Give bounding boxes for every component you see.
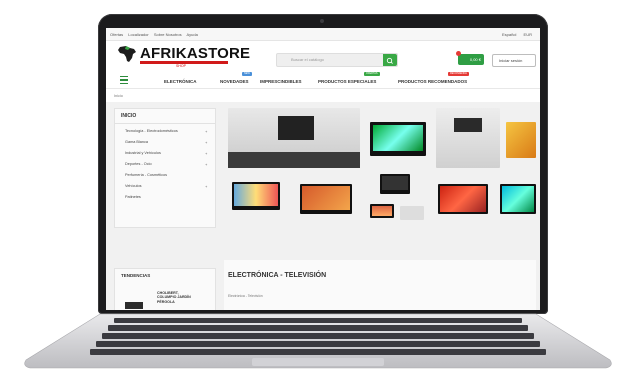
trends-panel: TENDENCIAS CHOLIBERT, COLUMPIO JARDÍN PÉ… (114, 268, 216, 310)
breadcrumb[interactable]: Inicio (114, 94, 123, 98)
nav-item-productos-recomendados[interactable]: PRODUCTOS RECOMENDADOS (398, 79, 467, 84)
trend-product-name[interactable]: CHOLIBERT, COLUMPIO JARDÍN PÉRGOLA (157, 291, 191, 304)
topbar-link-sobre-nosotros[interactable]: Sobre Nosotros (154, 32, 182, 37)
tv-product-image[interactable] (380, 174, 410, 194)
logo-text: AFRIKASTORE (140, 45, 251, 62)
nav-item-electronica[interactable]: ELECTRÓNICA (164, 79, 197, 84)
laptop-mockup: Ofertas Localizador Sobre Nosotros Ayuda… (0, 0, 636, 382)
tv-product-image[interactable] (370, 204, 394, 218)
tv-product-image[interactable] (370, 122, 426, 156)
expand-icon[interactable]: + (205, 162, 207, 167)
section-subtitle: Electrónica - Televisión (228, 294, 263, 298)
laptop-base (22, 312, 614, 370)
section-title: ELECTRÓNICA - TELEVISIÓN (228, 272, 327, 279)
logo-sub: SHOP (176, 64, 186, 68)
tv-room-image[interactable] (228, 108, 360, 168)
cart-badge (456, 51, 461, 56)
login-button[interactable]: Iniciar sesión (492, 54, 536, 67)
tv-product-image[interactable] (232, 182, 280, 210)
divider (115, 123, 215, 124)
expand-icon[interactable]: + (205, 184, 207, 189)
sidebar-item-industrial[interactable]: Industrial y Vehículos (125, 151, 161, 155)
keyboard-deck (24, 313, 612, 369)
laptop-screen: Ofertas Localizador Sobre Nosotros Ayuda… (106, 28, 540, 310)
topbar-link-ayuda[interactable]: Ayuda (187, 32, 198, 37)
site-logo[interactable]: AFRIKASTORE SHOP (114, 43, 250, 68)
login-label: Iniciar sesión (499, 58, 523, 63)
africa-icon (118, 46, 136, 62)
expand-icon[interactable]: + (205, 140, 207, 145)
trend-product-line: PÉRGOLA (157, 299, 175, 304)
expand-icon[interactable]: + (205, 151, 207, 156)
tv-product-image[interactable] (300, 184, 352, 214)
sidebar-item-perfumeria[interactable]: Perfumería - Cosméticos (125, 173, 167, 177)
webcam (320, 19, 324, 23)
currency-select[interactable]: EUR (524, 32, 532, 37)
sidebar-item-gama-blanca[interactable]: Gama Blanca (125, 140, 148, 144)
trend-product-image[interactable] (125, 302, 143, 309)
category-sidebar: INICIO Tecnología - Electrodomésticos + … (114, 108, 216, 228)
expand-icon[interactable]: + (205, 129, 207, 134)
tv-product-image[interactable] (438, 184, 488, 214)
topbar-link-localizador[interactable]: Localizador (128, 32, 148, 37)
hamburger-menu-icon[interactable] (120, 76, 128, 84)
tv-product-image[interactable] (506, 122, 536, 158)
sidebar-item-vehiculos[interactable]: Vehículos (125, 184, 141, 188)
cart-total: 0,00 € (469, 57, 481, 62)
cart-button[interactable]: 0,00 € (456, 51, 484, 65)
category-section: ELECTRÓNICA - TELEVISIÓN Electrónica - T… (224, 260, 536, 310)
search-button[interactable] (383, 54, 397, 66)
product-gallery (224, 108, 536, 256)
language-select[interactable]: Español (502, 32, 516, 37)
nav-item-imprescindibles[interactable]: IMPRESCINDIBLES (260, 79, 302, 84)
laptop-lid: Ofertas Localizador Sobre Nosotros Ayuda… (98, 14, 548, 314)
search-icon (386, 57, 393, 64)
search-input[interactable]: Buscar el catálogo (291, 57, 324, 62)
novedades-tag: NEW (242, 72, 252, 76)
sidebar-title: INICIO (121, 113, 137, 119)
topbar-link-ofertas[interactable]: Ofertas (110, 32, 123, 37)
tv-room-image[interactable] (436, 108, 500, 168)
search-bar: Buscar el catálogo (276, 53, 398, 67)
recomendados-tag: RECOMIENDA (448, 72, 469, 76)
sidebar-item-patinetes[interactable]: Patinetes (125, 195, 141, 199)
tv-product-image[interactable] (400, 206, 424, 220)
trends-title: TENDENCIAS (121, 273, 151, 278)
sidebar-item-tecnologia[interactable]: Tecnología - Electrodomésticos (125, 129, 178, 133)
especiales-tag: OFERTAS (364, 72, 380, 76)
sidebar-item-deportes[interactable]: Deportes - Ocio (125, 162, 152, 166)
nav-item-productos-especiales[interactable]: PRODUCTOS ESPECIALES (318, 79, 376, 84)
main-nav: ELECTRÓNICA NOVEDADES NEW IMPRESCINDIBLE… (106, 72, 540, 89)
site-header: AFRIKASTORE SHOP Buscar el catálogo 0,00… (106, 40, 540, 70)
tv-product-image[interactable] (500, 184, 536, 214)
nav-item-novedades[interactable]: NOVEDADES (220, 79, 249, 84)
